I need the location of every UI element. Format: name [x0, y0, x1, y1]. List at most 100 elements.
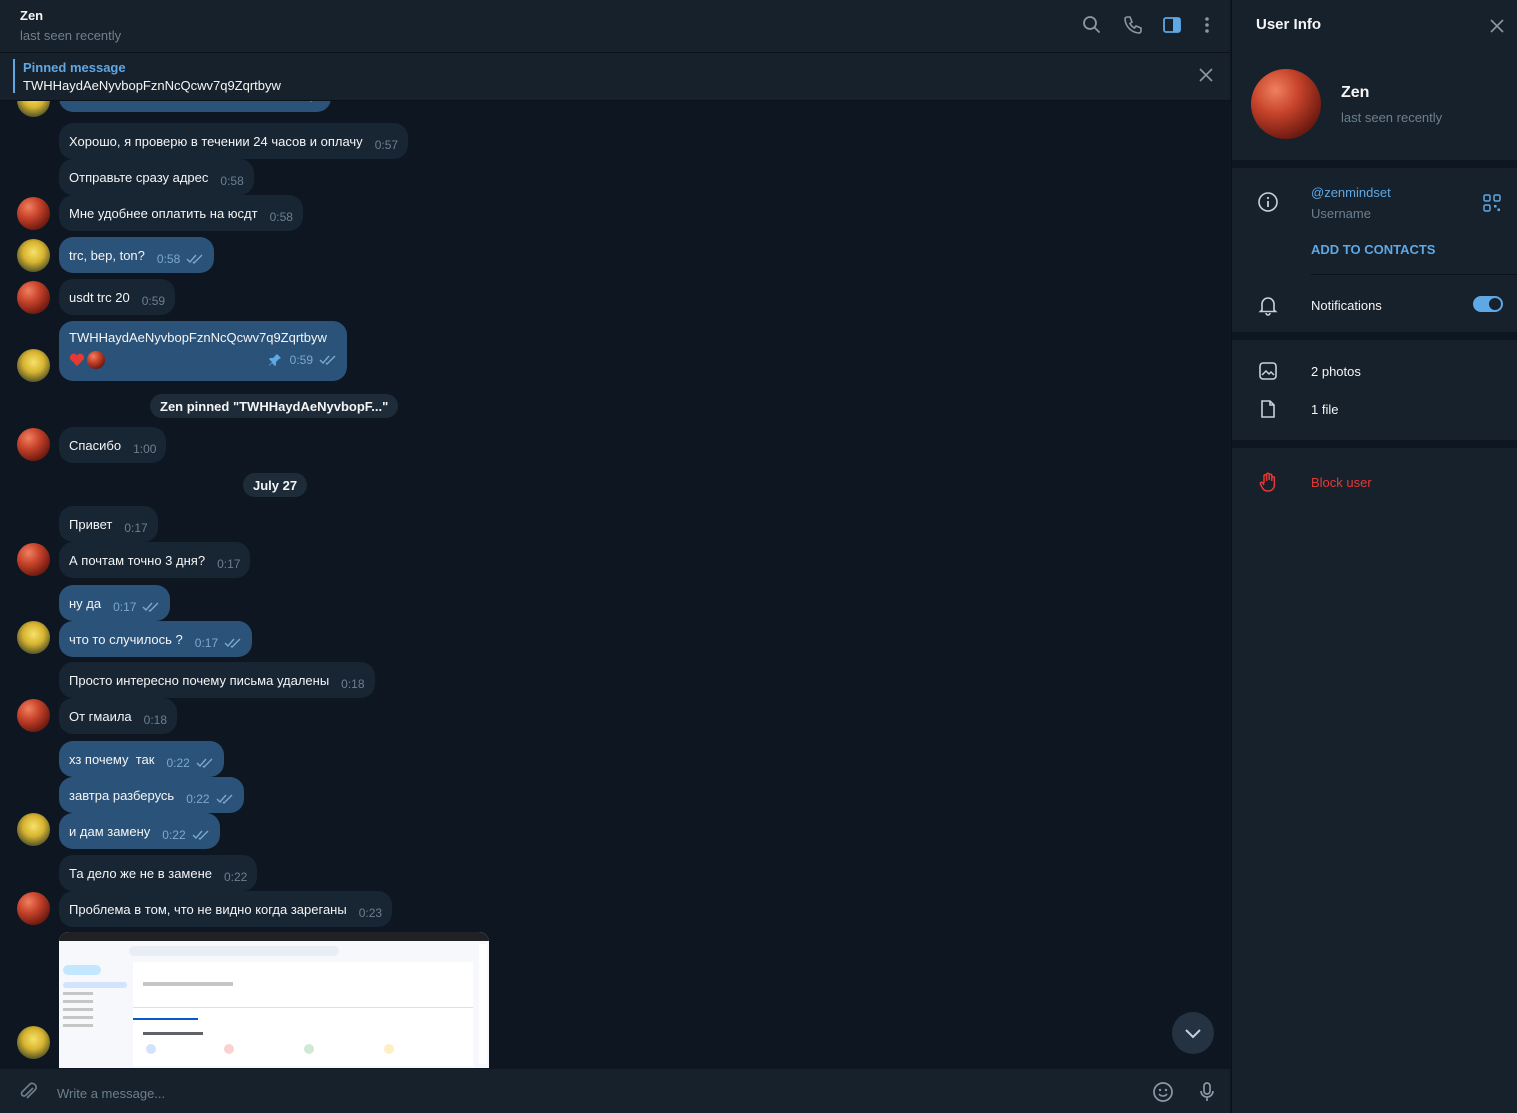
- phone-icon[interactable]: [1122, 14, 1144, 36]
- message-time: 0:22: [162, 828, 186, 842]
- message-bubble[interactable]: Мне удобнее оплатить на юсдт 0:58: [59, 195, 303, 231]
- message-text: От гмаила: [69, 708, 132, 724]
- message-time: 0:57: [374, 138, 399, 152]
- pinned-message-bar[interactable]: Pinned message TWHHaydAeNyvbopFznNcQcwv7…: [0, 53, 1230, 101]
- message-text: и дам замену: [69, 823, 151, 839]
- message-input[interactable]: [55, 1082, 1059, 1104]
- close-icon[interactable]: [1197, 66, 1215, 84]
- message-time: 0:18: [143, 713, 168, 727]
- message-text: ну да: [69, 595, 102, 611]
- info-icon: [1258, 192, 1278, 212]
- username-value[interactable]: @zenmindset: [1311, 185, 1391, 200]
- avatar[interactable]: [17, 281, 50, 314]
- message-text: Мне удобнее оплатить на юсдт: [69, 205, 258, 221]
- message-bubble[interactable]: Та дело же не в замене 0:22: [59, 855, 258, 891]
- message-time: 0:22: [166, 756, 190, 770]
- message-bubble[interactable]: TWHHaydAeNyvbopFznNcQcwv7q9Zqrtbyw 0:59: [59, 321, 347, 381]
- files-link[interactable]: 1 file: [1311, 402, 1338, 417]
- pinned-indicator: [13, 59, 15, 93]
- message-bubble[interactable]: Просто интересно почему письма удалены 0…: [59, 662, 375, 698]
- avatar[interactable]: [17, 892, 50, 925]
- double-check-icon: [186, 254, 203, 264]
- message-text: завтра разберусь: [69, 787, 175, 803]
- chat-panel: 0:56 Хорошо, я проверю в течении 24 часо…: [0, 0, 1230, 1113]
- message-bubble[interactable]: Проблема в том, что не видно когда зарег…: [59, 891, 393, 927]
- avatar[interactable]: [17, 813, 50, 846]
- chat-header: Zen last seen recently: [0, 0, 1230, 53]
- message-text: Привет: [69, 516, 113, 532]
- user-info-panel: User Info Zen last seen recently @zenmin…: [1231, 0, 1517, 1113]
- photos-link[interactable]: 2 photos: [1311, 364, 1361, 379]
- message-time: 0:59: [289, 353, 313, 367]
- heart-reaction[interactable]: [69, 351, 105, 369]
- message-bubble[interactable]: ну да 0:17: [59, 585, 171, 621]
- date-divider: July 27: [243, 473, 308, 497]
- image-message[interactable]: [59, 932, 489, 1068]
- add-to-contacts-button[interactable]: ADD TO CONTACTS: [1311, 242, 1435, 257]
- chat-title[interactable]: Zen: [20, 8, 43, 23]
- message-text: Отправьте сразу адрес: [69, 169, 209, 185]
- message-text: Проблема в том, что не видно когда зарег…: [69, 901, 347, 917]
- message-bubble[interactable]: завтра разберусь 0:22: [59, 777, 244, 813]
- qr-code-icon[interactable]: [1482, 193, 1502, 213]
- attach-icon[interactable]: [16, 1080, 40, 1104]
- profile-name: Zen: [1341, 84, 1370, 101]
- avatar[interactable]: [17, 543, 50, 576]
- message-time: 0:17: [113, 600, 137, 614]
- message-time: 0:17: [217, 557, 241, 571]
- avatar[interactable]: [17, 239, 50, 272]
- avatar[interactable]: [17, 349, 50, 382]
- pin-icon: [268, 354, 281, 366]
- notifications-toggle[interactable]: [1473, 296, 1503, 312]
- message-time: 0:58: [269, 210, 293, 224]
- search-icon[interactable]: [1081, 14, 1103, 36]
- message-bubble[interactable]: trc, bep, ton? 0:58: [59, 237, 215, 273]
- message-time: 0:18: [341, 677, 365, 691]
- bell-icon: [1258, 297, 1278, 316]
- message-bubble[interactable]: Привет 0:17: [59, 506, 158, 542]
- double-check-icon: [224, 638, 241, 648]
- message-bubble[interactable]: От гмаила 0:18: [59, 698, 178, 734]
- notifications-label: Notifications: [1311, 298, 1382, 313]
- photo-icon: [1259, 362, 1277, 380]
- file-icon: [1261, 400, 1275, 418]
- mic-icon[interactable]: [1195, 1080, 1219, 1104]
- message-bubble[interactable]: Спасибо 1:00: [59, 427, 167, 463]
- chat-status: last seen recently: [20, 28, 122, 43]
- message-bubble[interactable]: хз почему так 0:22: [59, 741, 224, 777]
- message-time: 0:58: [220, 174, 244, 188]
- divider: [1232, 332, 1517, 340]
- hand-icon: [1259, 472, 1276, 492]
- pinned-text: TWHHaydAeNyvbopFznNcQcwv7q9Zqrtbyw: [23, 78, 281, 93]
- profile-avatar[interactable]: [1251, 69, 1321, 139]
- message-text: что то случилось ?: [69, 631, 183, 647]
- double-check-icon: [196, 758, 213, 768]
- message-composer: [0, 1069, 1230, 1113]
- scroll-down-button[interactable]: [1172, 1012, 1214, 1054]
- avatar[interactable]: [17, 621, 50, 654]
- message-bubble[interactable]: Хорошо, я проверю в течении 24 часов и о…: [59, 123, 409, 159]
- chevron-down-icon: [1185, 1029, 1201, 1039]
- emoji-icon[interactable]: [1151, 1080, 1175, 1104]
- message-bubble[interactable]: что то случилось ? 0:17: [59, 621, 253, 657]
- message-text: хз почему так: [69, 751, 155, 767]
- block-user-button[interactable]: Block user: [1311, 475, 1372, 490]
- message-bubble[interactable]: А почтам точно 3 дня? 0:17: [59, 542, 251, 578]
- message-time: 0:22: [186, 792, 210, 806]
- close-icon[interactable]: [1488, 17, 1506, 35]
- message-bubble[interactable]: и дам замену 0:22: [59, 813, 220, 849]
- more-icon[interactable]: [1196, 14, 1218, 36]
- message-bubble[interactable]: Отправьте сразу адрес 0:58: [59, 159, 254, 195]
- message-bubble[interactable]: usdt trc 20 0:59: [59, 279, 176, 315]
- message-text: TWHHaydAeNyvbopFznNcQcwv7q9Zqrtbyw: [69, 330, 327, 345]
- double-check-icon: [192, 830, 209, 840]
- avatar[interactable]: [17, 428, 50, 461]
- avatar[interactable]: [17, 197, 50, 230]
- message-text: А почтам точно 3 дня?: [69, 552, 206, 568]
- avatar[interactable]: [17, 699, 50, 732]
- toggle-knob: [1489, 298, 1501, 310]
- heart-icon: [69, 353, 85, 366]
- avatar[interactable]: [17, 1026, 50, 1059]
- double-check-icon: [216, 794, 233, 804]
- sidebar-toggle-icon[interactable]: [1161, 14, 1183, 36]
